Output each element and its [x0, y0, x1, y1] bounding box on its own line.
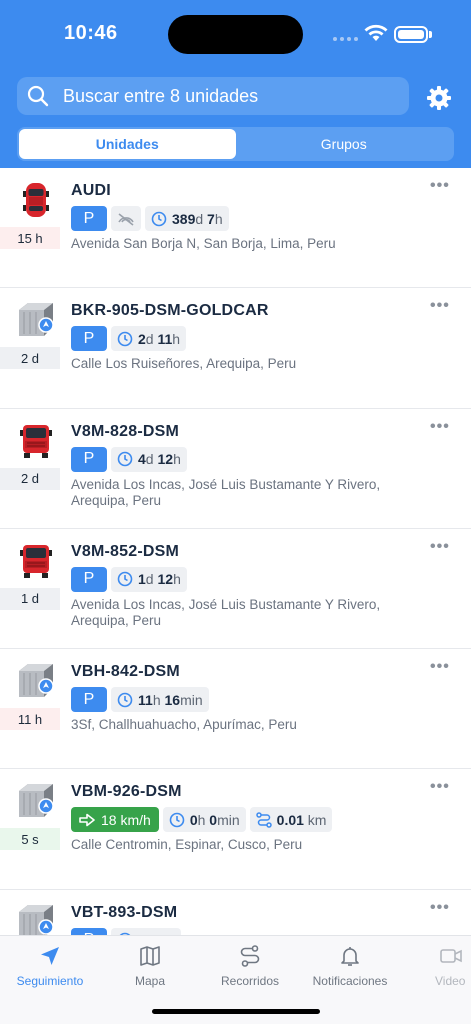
status-time: 10:46 — [64, 22, 118, 44]
search-bar[interactable] — [17, 77, 409, 115]
bell-icon — [341, 947, 359, 966]
parked-badge: P — [71, 566, 107, 592]
search-icon — [27, 85, 49, 107]
unit-name: V8M-828-DSM — [71, 422, 180, 440]
unit-name: AUDI — [71, 182, 111, 199]
unit-row[interactable]: 15 h AUDI ••• P 389 d 7h Avenida San Borj… — [0, 168, 471, 289]
map-icon — [140, 946, 160, 966]
no-signal-chip — [111, 206, 141, 231]
truck-red-icon — [20, 544, 52, 578]
duration-chip — [111, 927, 181, 935]
unit-address: 3Sf, Challhuahuacho, Apurímac, Peru — [71, 717, 297, 733]
unit-address: Avenida San Borja N, San Borja, Lima, Pe… — [71, 236, 336, 251]
navigation-arrow-icon — [41, 947, 59, 965]
more-options-icon[interactable]: ••• — [430, 658, 450, 676]
unit-row[interactable]: 5 s VBM-926-DSM ••• 18 km/h 0h 0 min 0.01… — [0, 769, 471, 890]
clock-icon — [169, 812, 185, 828]
tab-notificaciones[interactable]: Notificaciones — [305, 944, 395, 988]
container-icon — [19, 664, 54, 698]
last-update-age: 1 d — [0, 587, 60, 610]
last-update-age: 15 h — [0, 227, 60, 249]
last-update-age: 11 h — [0, 708, 60, 731]
tab-video[interactable]: Video — [405, 944, 471, 988]
cellular-signal-icon — [333, 37, 358, 41]
clock-icon — [117, 451, 133, 467]
unit-address: Calle Centromin, Espinar, Cusco, Peru — [71, 837, 303, 853]
more-options-icon[interactable]: ••• — [430, 297, 450, 315]
parked-badge: P — [71, 927, 107, 935]
unit-name: VBT-893-DSM — [71, 903, 178, 921]
wifi-icon — [364, 24, 388, 41]
unit-address: Calle Los Ruiseñores, Arequipa, Peru — [71, 356, 297, 372]
unit-row[interactable]: 11 h VBH-842-DSM ••• P 11 h 16 min 3Sf, Ch… — [0, 649, 471, 770]
container-icon — [19, 784, 54, 818]
more-options-icon[interactable]: ••• — [430, 899, 450, 917]
more-options-icon[interactable]: ••• — [430, 177, 450, 195]
segmented-control: Unidades Grupos — [17, 127, 454, 161]
duration-chip: 2d 11 h — [111, 326, 187, 352]
parked-badge: P — [71, 687, 107, 713]
video-icon — [440, 949, 462, 963]
tab-unidades[interactable]: Unidades — [19, 129, 236, 159]
unit-name: VBH-842-DSM — [71, 663, 180, 681]
clock-icon — [117, 331, 133, 347]
tab-seguimiento[interactable]: Seguimiento — [5, 944, 95, 988]
tab-mapa[interactable]: Mapa — [105, 944, 195, 988]
tab-recorridos[interactable]: Recorridos — [205, 944, 295, 988]
unit-address: Avenida Los Incas, José Luis Bustamante … — [71, 596, 381, 628]
more-options-icon[interactable]: ••• — [430, 538, 450, 556]
unit-row[interactable]: 1 d V8M-852-DSM ••• P 1d 12 h Avenida Los… — [0, 529, 471, 650]
tab-grupos[interactable]: Grupos — [236, 129, 453, 159]
clock-icon — [117, 692, 133, 707]
parked-badge: P — [71, 446, 107, 472]
unit-name: VBM-926-DSM — [71, 783, 182, 801]
dynamic-island — [168, 15, 303, 54]
no-signal-icon — [118, 212, 134, 226]
duration-chip: 1d 12 h — [111, 566, 187, 592]
unit-row[interactable]: 2 d V8M-828-DSM ••• P 4d 12 h Avenida Los… — [0, 409, 471, 529]
duration-chip: 4d 12 h — [111, 446, 187, 472]
last-update-age: 2 d — [0, 347, 60, 370]
duration-chip: 389 d 7h — [145, 206, 229, 231]
parked-badge: P — [71, 206, 107, 231]
search-input[interactable] — [63, 85, 383, 107]
unit-row[interactable]: VBT-893-DSM ••• P — [0, 890, 471, 935]
container-icon — [19, 303, 54, 337]
unit-row[interactable]: 2 d BKR-905-DSM-GOLDCAR ••• P 2d 11 h Cal… — [0, 288, 471, 409]
more-options-icon[interactable]: ••• — [430, 778, 450, 796]
unit-name: V8M-852-DSM — [71, 542, 180, 560]
distance-chip: 0.01 km — [249, 807, 333, 833]
car-red-icon — [23, 183, 49, 217]
unit-address: Avenida Los Incas, José Luis Bustamante … — [71, 476, 381, 508]
duration-chip: 11 h 16 min — [111, 687, 209, 713]
gear-icon[interactable] — [426, 85, 452, 111]
arrow-right-icon — [79, 813, 95, 827]
app-header: 10:46 Unidades Grupos — [0, 0, 471, 168]
unit-name: BKR-905-DSM-GOLDCAR — [71, 302, 269, 320]
battery-icon — [394, 26, 428, 43]
more-options-icon[interactable]: ••• — [430, 418, 450, 436]
route-icon — [255, 812, 272, 828]
duration-chip: 0h 0 min — [162, 807, 246, 833]
truck-red-icon — [20, 424, 52, 458]
parked-badge: P — [71, 326, 107, 352]
last-update-age: 5 s — [0, 828, 60, 851]
speed-chip: 18 km/h — [71, 807, 159, 833]
route-icon — [240, 945, 260, 967]
container-icon — [19, 904, 54, 935]
clock-icon — [151, 211, 167, 226]
units-list: 15 h AUDI ••• P 389 d 7h Avenida San Borj… — [0, 168, 471, 935]
clock-icon — [117, 572, 133, 587]
home-indicator — [152, 1009, 320, 1014]
last-update-age: 2 d — [0, 467, 60, 490]
